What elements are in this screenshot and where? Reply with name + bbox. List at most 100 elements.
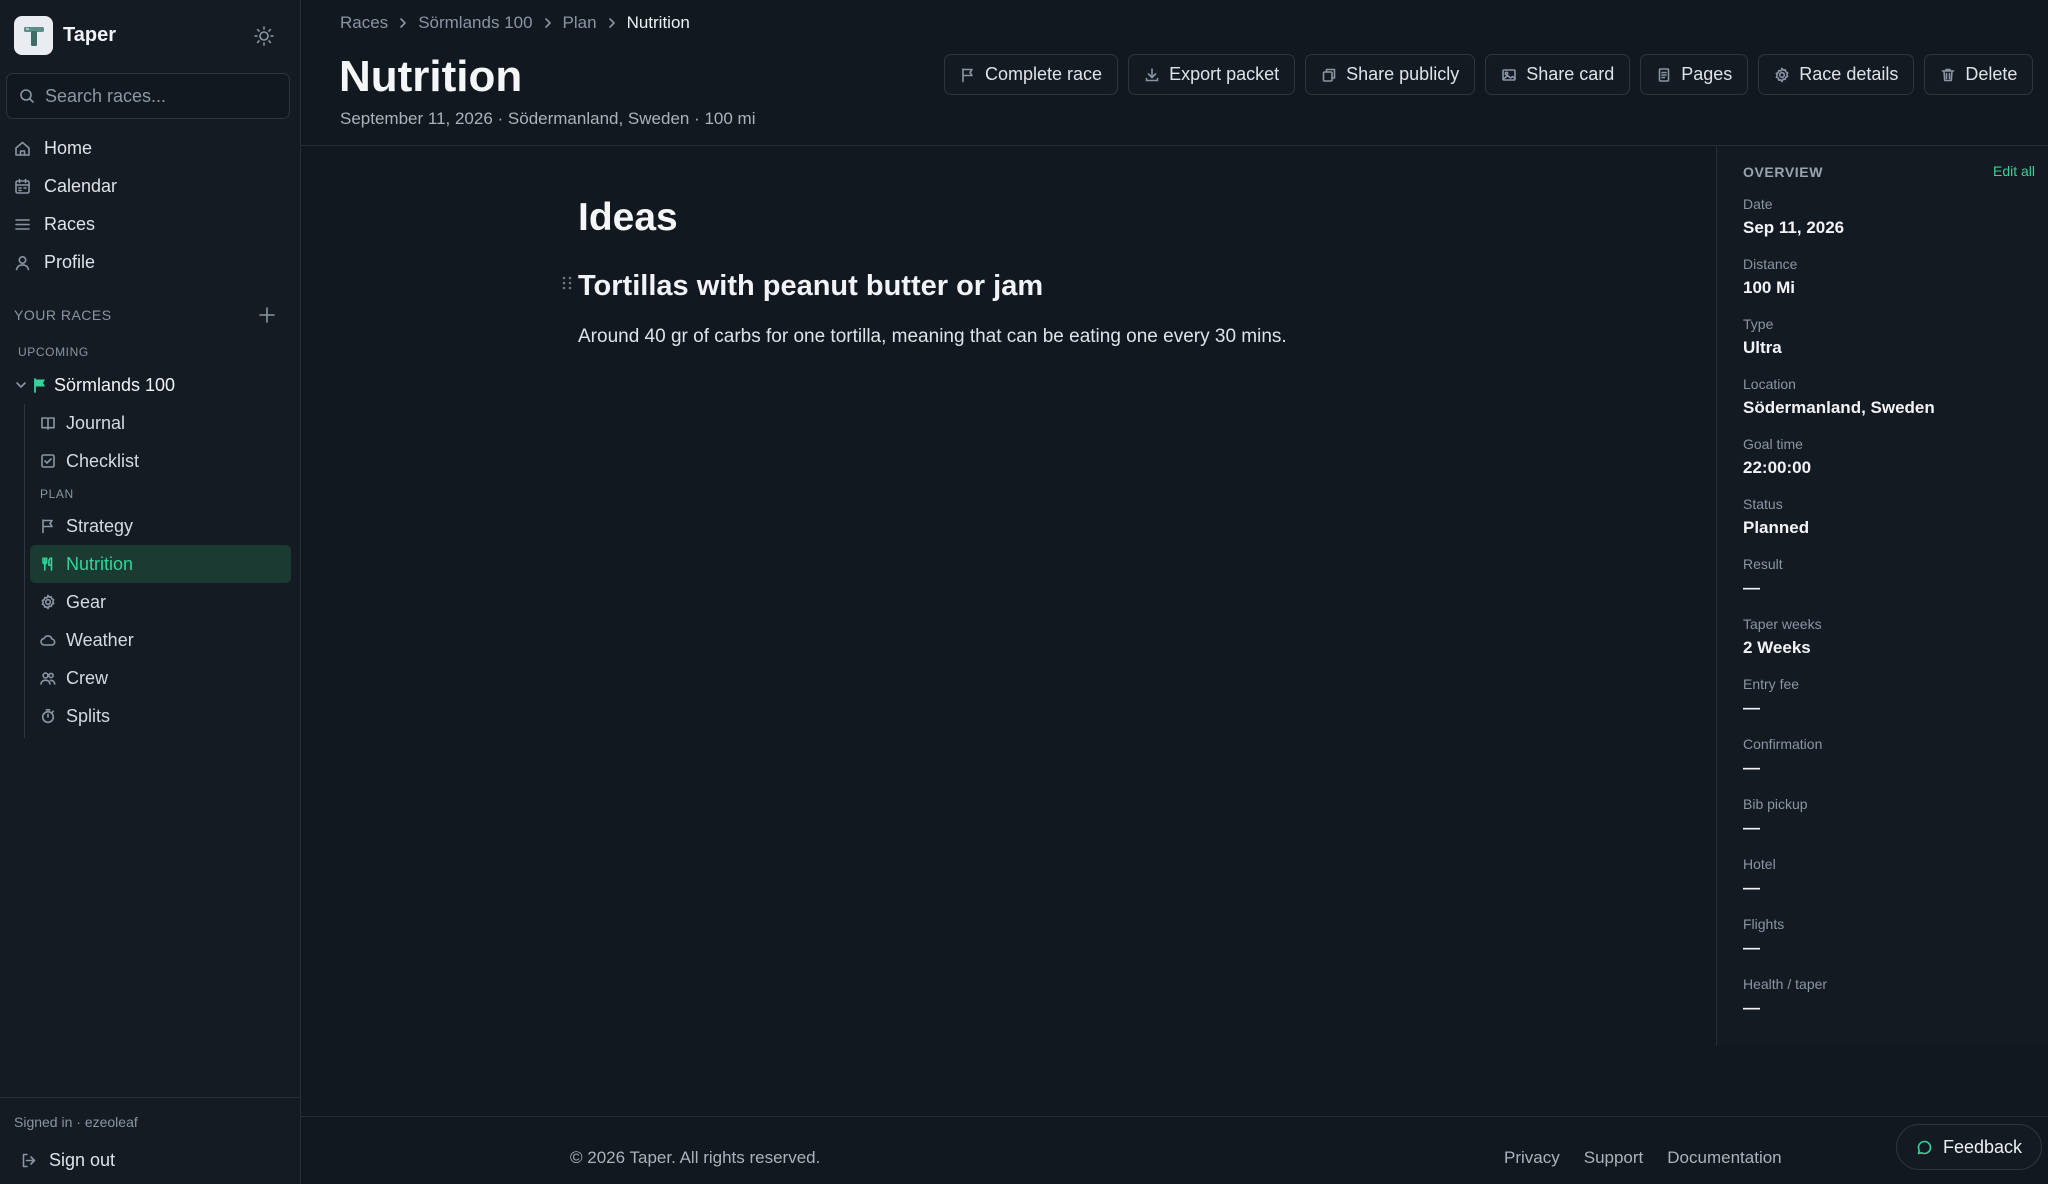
button-label: Delete (1965, 64, 2018, 84)
section-heading[interactable]: Ideas (578, 196, 678, 240)
delete-button[interactable]: Delete (1924, 54, 2034, 95)
add-race-button[interactable] (256, 304, 278, 326)
race-name: Sörmlands 100 (54, 374, 176, 395)
field-label: Entry fee (1743, 676, 1800, 692)
timer-icon (41, 709, 55, 724)
race-item-gear[interactable]: Gear (30, 583, 291, 621)
brand[interactable]: Taper (14, 16, 116, 55)
overview-field-type[interactable]: Type Ultra (1743, 316, 1782, 358)
privacy-link[interactable]: Privacy (1504, 1148, 1560, 1168)
calendar-icon (15, 178, 30, 194)
page-subtitle: September 11, 2026 · Södermanland, Swede… (340, 109, 756, 128)
race-item-splits[interactable]: Splits (30, 697, 291, 735)
nav-home[interactable]: Home (14, 133, 92, 163)
sign-out-label: Sign out (49, 1150, 116, 1170)
overview-field-goal-time[interactable]: Goal time 22:00:00 (1743, 436, 1811, 478)
checkbox-icon (41, 454, 55, 468)
search-input[interactable] (45, 85, 275, 107)
overview-field-result[interactable]: Result — (1743, 556, 1783, 598)
race-item-label: Checklist (66, 450, 140, 471)
overview-field-confirmation[interactable]: Confirmation — (1743, 736, 1822, 778)
theme-toggle-sun-icon[interactable] (252, 24, 276, 48)
overview-field-entry-fee[interactable]: Entry fee — (1743, 676, 1799, 718)
gear-icon (41, 594, 55, 610)
field-value: — (1743, 818, 1760, 837)
race-item-nutrition[interactable]: Nutrition (30, 545, 291, 583)
overview-field-health-taper[interactable]: Health / taper — (1743, 976, 1827, 1018)
field-value: — (1743, 698, 1760, 717)
field-label: Goal time (1743, 436, 1803, 452)
overview-field-status[interactable]: Status Planned (1743, 496, 1809, 538)
race-item-journal[interactable]: Journal (30, 404, 291, 442)
overview-field-flights[interactable]: Flights — (1743, 916, 1784, 958)
breadcrumb-race[interactable]: Sörmlands 100 (418, 13, 532, 33)
field-value: 22:00:00 (1743, 458, 1812, 477)
overview-field-location[interactable]: Location Södermanland, Sweden (1743, 376, 1935, 418)
race-item-label: Gear (66, 591, 107, 612)
search-field[interactable] (6, 73, 290, 119)
home-icon (15, 141, 30, 156)
field-value: — (1743, 938, 1760, 957)
user-icon (15, 255, 30, 270)
race-details-button[interactable]: Race details (1758, 54, 1915, 95)
plan-heading: PLAN (40, 487, 74, 501)
drag-handle-icon[interactable] (561, 275, 573, 291)
race-item-label: Strategy (66, 515, 134, 536)
idea-body[interactable]: Around 40 gr of carbs for one tortilla, … (578, 326, 1287, 348)
field-label: Hotel (1743, 856, 1776, 872)
share-publicly-button[interactable]: Share publicly (1305, 54, 1476, 95)
button-label: Share card (1526, 64, 1615, 84)
users-icon (40, 672, 56, 685)
overview-field-taper-weeks[interactable]: Taper weeks 2 Weeks (1743, 616, 1822, 658)
race-item-checklist[interactable]: Checklist (30, 442, 291, 480)
complete-race-button[interactable]: Complete race (944, 54, 1119, 95)
field-value: 100 Mi (1743, 278, 1795, 297)
race-item-weather[interactable]: Weather (30, 621, 291, 659)
chevron-down-icon[interactable] (14, 378, 28, 392)
documentation-link[interactable]: Documentation (1667, 1148, 1781, 1168)
toolbar: Complete race Export packet Share public… (944, 54, 2043, 95)
field-value: Ultra (1743, 338, 1782, 357)
field-label: Health / taper (1743, 976, 1828, 992)
sign-out-button[interactable]: Sign out (20, 1150, 115, 1171)
footer-divider (301, 1116, 2048, 1117)
race-item-label: Journal (66, 412, 126, 433)
edit-all-link[interactable]: Edit all (1993, 163, 2035, 179)
race-item-label: Weather (66, 629, 134, 650)
breadcrumb-plan[interactable]: Plan (563, 13, 597, 33)
sidebar-divider (0, 1097, 301, 1098)
breadcrumb: Races Sörmlands 100 Plan Nutrition (340, 13, 690, 33)
trash-icon (1942, 68, 1955, 81)
field-value: Planned (1743, 518, 1810, 537)
chevron-right-icon (608, 18, 615, 28)
share-card-button[interactable]: Share card (1485, 54, 1631, 95)
support-link[interactable]: Support (1584, 1148, 1644, 1168)
flag-icon (42, 519, 53, 534)
overview-field-distance[interactable]: Distance 100 Mi (1743, 256, 1797, 298)
race-item-crew[interactable]: Crew (30, 659, 291, 697)
overview-field-bib-pickup[interactable]: Bib pickup — (1743, 796, 1808, 838)
list-icon (15, 218, 30, 230)
overview-field-hotel[interactable]: Hotel — (1743, 856, 1776, 898)
signed-in-text: Signed in · ezeoleaf (14, 1114, 138, 1130)
pages-button[interactable]: Pages (1640, 54, 1749, 95)
nav-label: Home (44, 137, 93, 158)
breadcrumb-races[interactable]: Races (340, 13, 388, 33)
race-item-strategy[interactable]: Strategy (30, 507, 291, 545)
idea-heading[interactable]: Tortillas with peanut butter or jam (578, 270, 1043, 303)
race-sormlands-100[interactable]: Sörmlands 100 (14, 370, 175, 400)
nav-calendar[interactable]: Calendar (14, 171, 117, 201)
nav-label: Profile (44, 251, 96, 272)
taper-logo-icon (14, 16, 53, 55)
nav-races[interactable]: Races (14, 209, 95, 239)
chat-bubble-icon (1917, 1140, 1932, 1154)
feedback-button[interactable]: Feedback (1896, 1124, 2042, 1170)
export-packet-button[interactable]: Export packet (1128, 54, 1296, 95)
field-label: Confirmation (1743, 736, 1823, 752)
field-value: Sep 11, 2026 (1743, 218, 1845, 237)
race-item-label: Crew (66, 667, 109, 688)
cloud-icon (40, 635, 56, 646)
overview-field-date[interactable]: Date Sep 11, 2026 (1743, 196, 1844, 238)
flag-filled-icon (34, 378, 45, 393)
nav-profile[interactable]: Profile (14, 247, 95, 277)
